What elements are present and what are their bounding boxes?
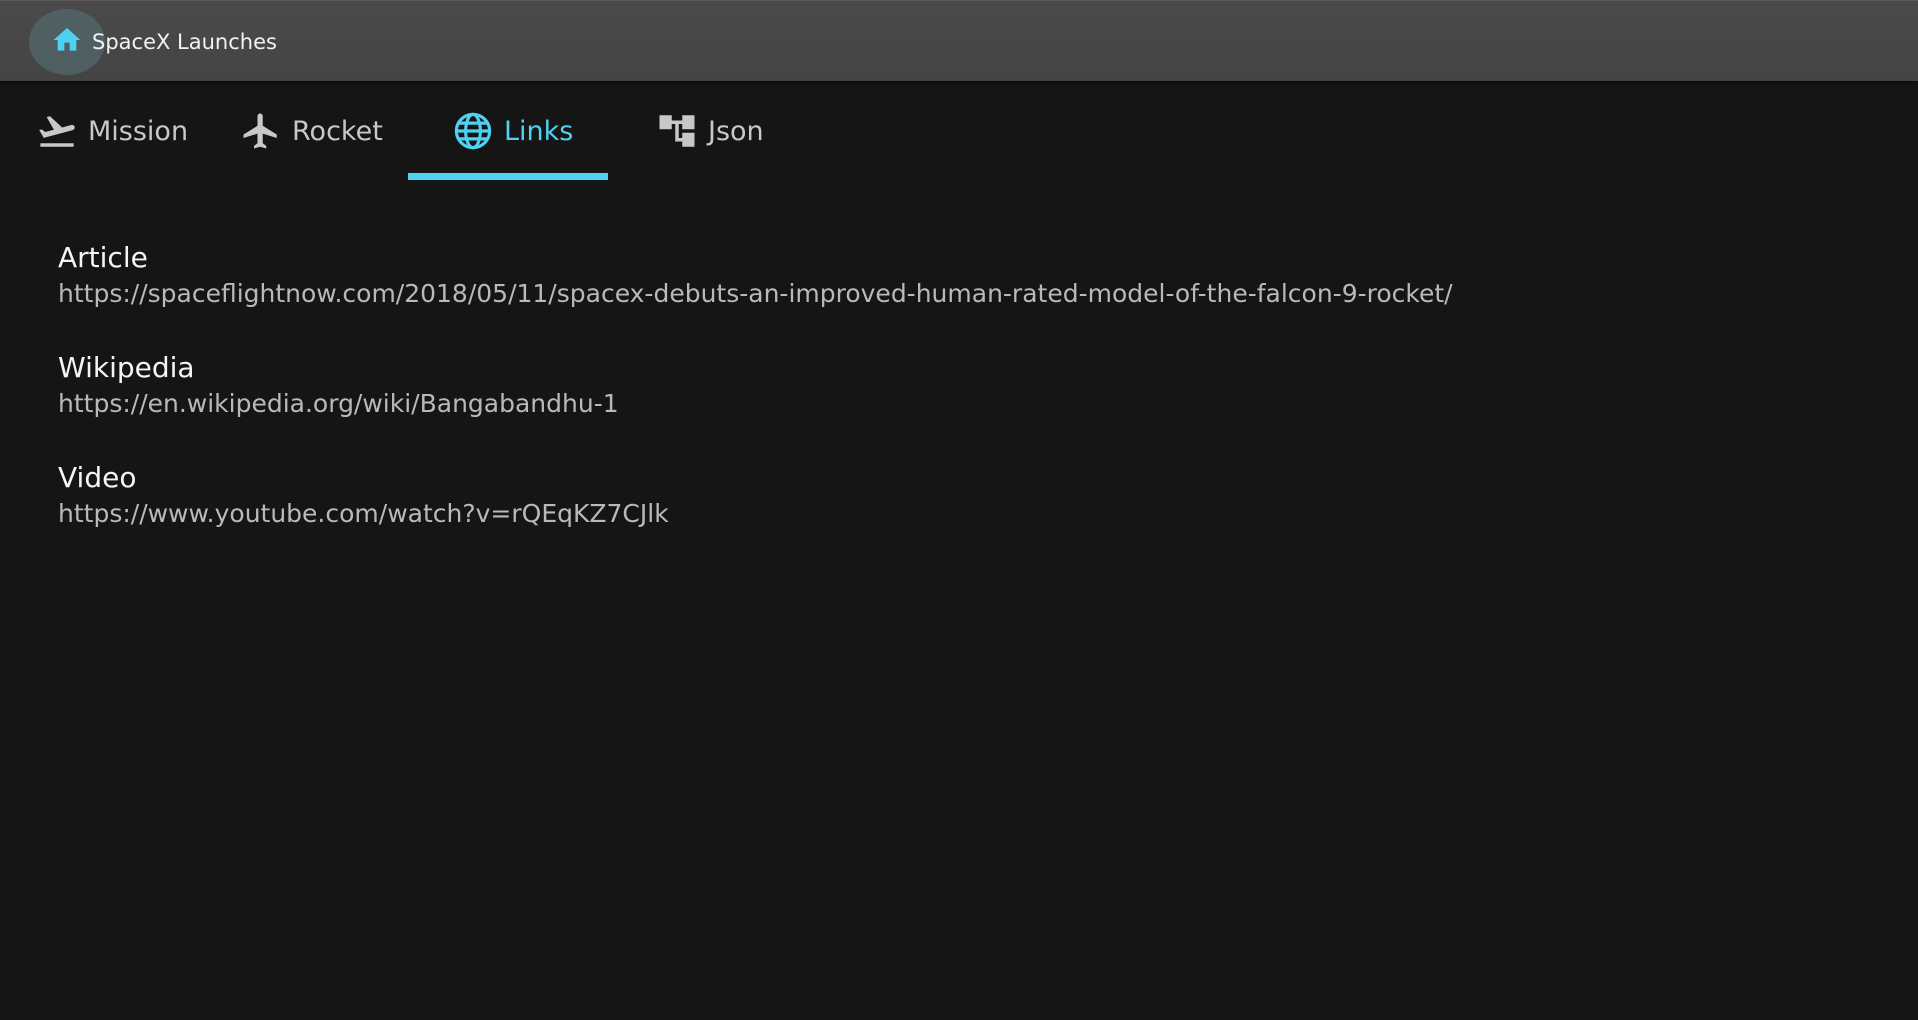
links-panel: Article https://spaceflightnow.com/2018/…: [58, 240, 1453, 570]
tab-rocket[interactable]: Rocket: [240, 81, 383, 181]
globe-icon: [452, 110, 494, 152]
tab-label: Links: [504, 115, 574, 147]
tab-mission[interactable]: Mission: [36, 81, 188, 181]
link-url[interactable]: https://www.youtube.com/watch?v=rQEqKZ7C…: [58, 496, 1453, 532]
link-url[interactable]: https://en.wikipedia.org/wiki/Bangabandh…: [58, 386, 1453, 422]
tab-links[interactable]: Links: [452, 81, 573, 181]
link-url[interactable]: https://spaceflightnow.com/2018/05/11/sp…: [58, 276, 1453, 312]
tab-label: Mission: [88, 115, 189, 147]
link-title: Wikipedia: [58, 351, 195, 384]
link-item-wikipedia: Wikipedia https://en.wikipedia.org/wiki/…: [58, 350, 1453, 422]
link-title: Video: [58, 461, 137, 494]
link-item-article: Article https://spaceflightnow.com/2018/…: [58, 240, 1453, 312]
airplane-icon: [240, 110, 282, 152]
tab-label: Json: [708, 115, 764, 147]
link-item-video: Video https://www.youtube.com/watch?v=rQ…: [58, 460, 1453, 532]
tab-json[interactable]: Json: [656, 81, 764, 181]
active-tab-indicator: [408, 173, 608, 180]
app-bar: SpaceX Launches: [0, 0, 1918, 81]
tree-structure-icon: [656, 110, 698, 152]
link-title: Article: [58, 241, 148, 274]
flight-takeoff-icon: [36, 110, 78, 152]
app-title: SpaceX Launches: [92, 30, 277, 54]
home-icon: [51, 24, 83, 60]
tab-bar: Mission Rocket Links Json: [0, 81, 1918, 181]
tab-label: Rocket: [292, 115, 383, 147]
